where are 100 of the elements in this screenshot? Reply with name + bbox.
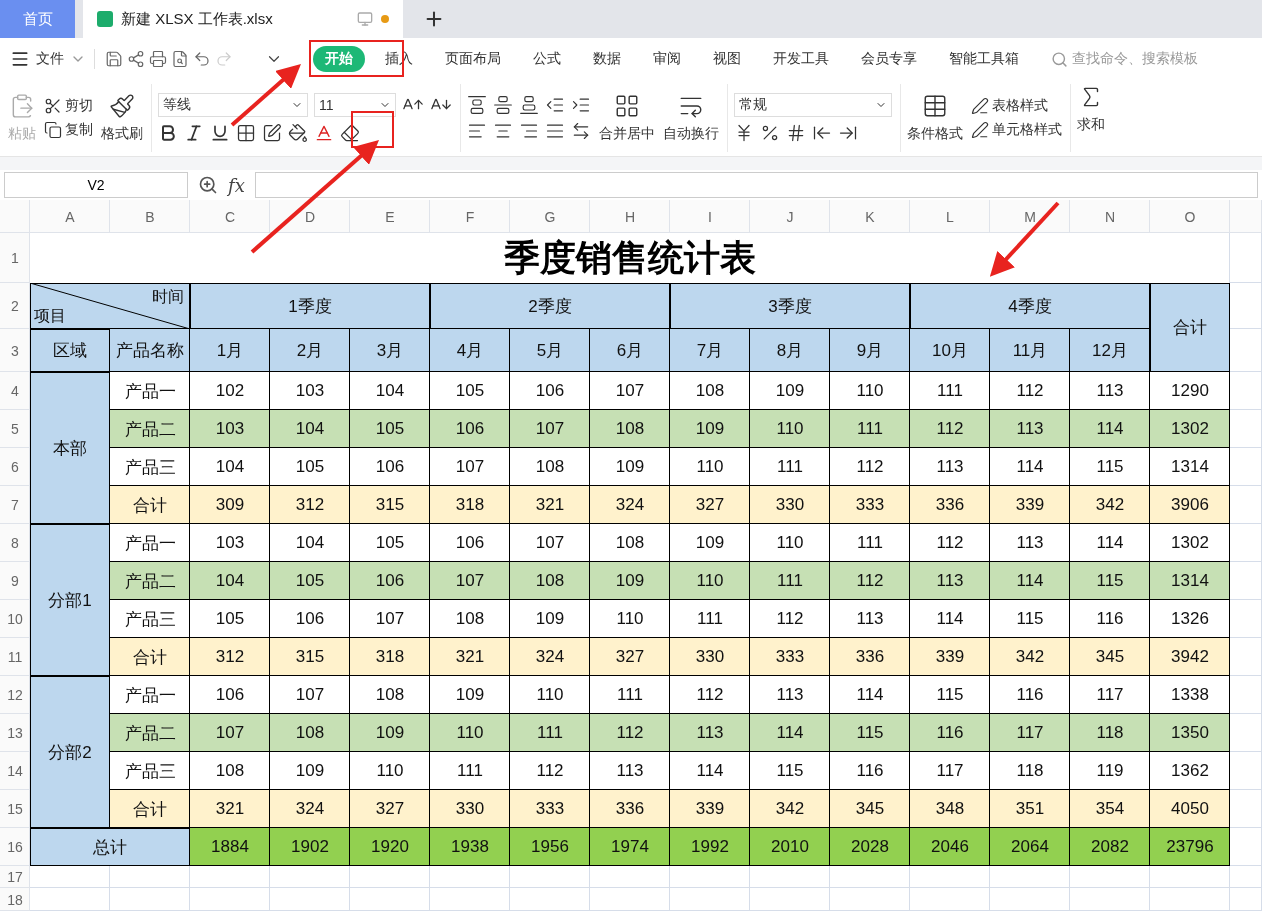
table-cell: 1362 bbox=[1150, 752, 1230, 790]
column-letter[interactable]: A bbox=[30, 200, 110, 233]
command-search-field[interactable]: 查找命令、搜索模板 bbox=[1051, 50, 1198, 68]
column-letter[interactable]: C bbox=[190, 200, 270, 233]
table-cell: 318 bbox=[350, 638, 430, 676]
row-number[interactable]: 17 bbox=[0, 866, 30, 888]
table-cell: 3906 bbox=[1150, 486, 1230, 524]
monitor-icon[interactable] bbox=[357, 11, 373, 27]
thousands-icon[interactable] bbox=[786, 123, 806, 143]
printer-icon[interactable] bbox=[149, 50, 167, 68]
column-letter[interactable]: M bbox=[990, 200, 1070, 233]
row-number[interactable]: 13 bbox=[0, 714, 30, 752]
row-number[interactable]: 1 bbox=[0, 233, 30, 283]
row-number[interactable]: 5 bbox=[0, 410, 30, 448]
number-format-select[interactable]: 常规 bbox=[734, 93, 892, 117]
ribbon-tab[interactable]: 页面布局 bbox=[433, 46, 513, 72]
table-cell: 115 bbox=[830, 714, 910, 752]
align-bottom-icon[interactable] bbox=[519, 95, 539, 115]
header-cell: 产品二 bbox=[110, 562, 190, 600]
undo-icon[interactable] bbox=[193, 50, 211, 68]
row-number[interactable]: 14 bbox=[0, 752, 30, 790]
table-style-button[interactable]: 表格样式 bbox=[971, 97, 1062, 115]
font-name-select[interactable]: 等线 bbox=[158, 93, 308, 117]
copy-button[interactable]: 复制 bbox=[44, 121, 93, 139]
font-color-icon[interactable] bbox=[314, 123, 334, 143]
cell-style-button[interactable]: 单元格样式 bbox=[971, 121, 1062, 139]
row-number[interactable]: 4 bbox=[0, 372, 30, 410]
ribbon-tab[interactable]: 数据 bbox=[581, 46, 633, 72]
column-letter[interactable]: E bbox=[350, 200, 430, 233]
row-number[interactable]: 10 bbox=[0, 600, 30, 638]
menu-icon[interactable] bbox=[10, 49, 30, 69]
column-letter[interactable]: B bbox=[110, 200, 190, 233]
document-tab[interactable]: 首页 bbox=[0, 0, 75, 38]
column-letter[interactable]: F bbox=[430, 200, 510, 233]
row-number[interactable]: 16 bbox=[0, 828, 30, 866]
eraser-icon[interactable] bbox=[340, 123, 360, 143]
row-number[interactable]: 12 bbox=[0, 676, 30, 714]
row-number[interactable]: 6 bbox=[0, 448, 30, 486]
ribbon-tab[interactable]: 会员专享 bbox=[849, 46, 929, 72]
merge-cells-icon bbox=[614, 93, 640, 119]
row-number[interactable]: 18 bbox=[0, 888, 30, 911]
column-letter[interactable]: N bbox=[1070, 200, 1150, 233]
ribbon-tab[interactable]: 开发工具 bbox=[761, 46, 841, 72]
ribbon-tab[interactable]: 视图 bbox=[701, 46, 753, 72]
ribbon-tab[interactable]: 公式 bbox=[521, 46, 573, 72]
italic-icon[interactable] bbox=[184, 123, 204, 143]
column-letter[interactable]: G bbox=[510, 200, 590, 233]
fill-color-icon[interactable] bbox=[288, 123, 308, 143]
header-cell: 产品三 bbox=[110, 448, 190, 486]
sum-button[interactable]: 求和 bbox=[1077, 84, 1105, 152]
row-number[interactable]: 2 bbox=[0, 283, 30, 329]
share-icon[interactable] bbox=[127, 50, 145, 68]
row-number[interactable]: 7 bbox=[0, 486, 30, 524]
font-size-select[interactable]: 11 bbox=[314, 93, 396, 117]
cut-button[interactable]: 剪切 bbox=[44, 97, 93, 115]
table-cell: 106 bbox=[350, 448, 430, 486]
distribute-icon[interactable] bbox=[571, 121, 591, 141]
ribbon-tab[interactable]: 智能工具箱 bbox=[937, 46, 1031, 72]
function-button[interactable]: fx bbox=[228, 174, 245, 196]
file-menu[interactable]: 文件 bbox=[36, 50, 64, 68]
table-cell: 114 bbox=[990, 562, 1070, 600]
table-cell: 113 bbox=[910, 562, 990, 600]
borders-icon[interactable] bbox=[236, 123, 256, 143]
document-tab[interactable]: 新建 XLSX 工作表.xlsx bbox=[83, 0, 403, 38]
table-cell: 115 bbox=[910, 676, 990, 714]
column-letter[interactable]: K bbox=[830, 200, 910, 233]
align-top-icon[interactable] bbox=[467, 95, 487, 115]
merge-center-button[interactable]: 合并居中 bbox=[599, 93, 655, 143]
column-letter[interactable]: I bbox=[670, 200, 750, 233]
column-letter[interactable]: L bbox=[910, 200, 990, 233]
table-cell: 108 bbox=[350, 676, 430, 714]
align-middle-icon[interactable] bbox=[493, 95, 513, 115]
row-number[interactable]: 9 bbox=[0, 562, 30, 600]
column-letter[interactable]: J bbox=[750, 200, 830, 233]
row-number[interactable]: 8 bbox=[0, 524, 30, 562]
cell-edit-icon[interactable] bbox=[262, 123, 282, 143]
row-number[interactable]: 15 bbox=[0, 790, 30, 828]
zoom-icon[interactable] bbox=[198, 175, 218, 195]
ribbon-tab[interactable]: 审阅 bbox=[641, 46, 693, 72]
header-label: 项目 bbox=[34, 306, 66, 326]
column-letter[interactable]: H bbox=[590, 200, 670, 233]
table-cell: 330 bbox=[430, 790, 510, 828]
row-number[interactable]: 11 bbox=[0, 638, 30, 676]
table-cell: 110 bbox=[430, 714, 510, 752]
save-icon[interactable] bbox=[105, 50, 123, 68]
column-letter[interactable]: O bbox=[1150, 200, 1230, 233]
row-number[interactable]: 3 bbox=[0, 329, 30, 372]
underline-icon[interactable] bbox=[210, 123, 230, 143]
conditional-format-button[interactable]: 条件格式 bbox=[907, 93, 963, 143]
table-cell: 114 bbox=[1070, 410, 1150, 448]
formula-input[interactable] bbox=[254, 172, 1258, 198]
name-box[interactable]: V2 bbox=[4, 172, 188, 198]
percent-icon[interactable] bbox=[760, 123, 780, 143]
column-letter[interactable]: D bbox=[270, 200, 350, 233]
print-preview-icon[interactable] bbox=[171, 50, 189, 68]
select-all-corner[interactable] bbox=[0, 200, 30, 233]
format-painter-button[interactable]: 格式刷 bbox=[101, 93, 143, 143]
wrap-text-button[interactable]: 自动换行 bbox=[663, 93, 719, 143]
table-cell: 109 bbox=[590, 448, 670, 486]
table-cell: 109 bbox=[750, 372, 830, 410]
